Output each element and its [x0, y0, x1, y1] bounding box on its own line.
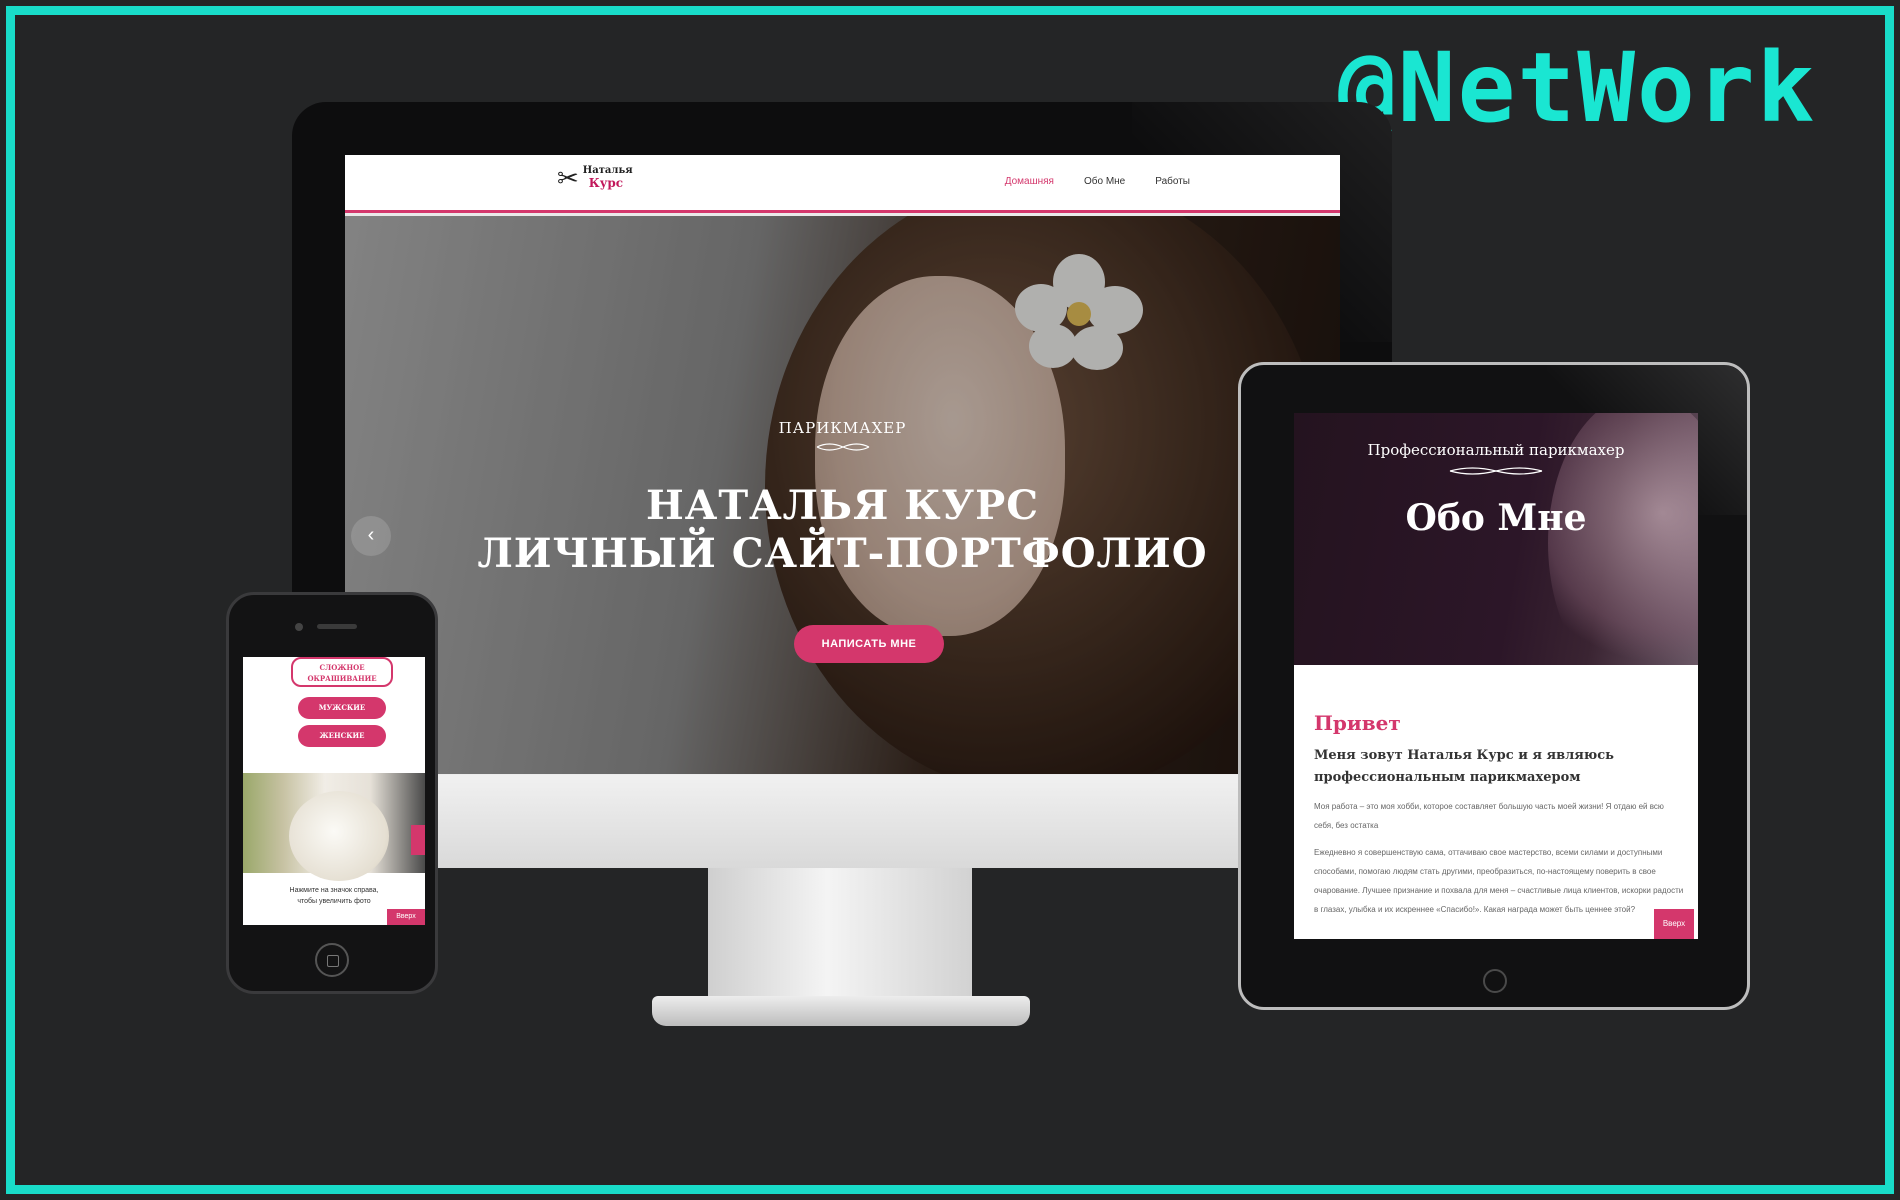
home-button[interactable]	[315, 943, 349, 977]
tablet-device: Профессиональный парикмахер Обо Мне Прив…	[1238, 362, 1750, 1010]
caption-line2: чтобы увеличить фото	[297, 898, 371, 905]
site-navbar: ✂ Наталья Курс Домашняя Обо Мне Работы	[345, 155, 1340, 213]
monitor-stand	[708, 868, 972, 998]
greeting-heading: Привет	[1314, 711, 1401, 735]
about-hero-title: Обо Мне	[1405, 497, 1587, 539]
site-menu: Домашняя Обо Мне Работы	[1005, 176, 1190, 187]
menu-item-works[interactable]: Работы	[1155, 176, 1190, 187]
gallery-photo[interactable]	[243, 773, 425, 881]
hero-banner: ‹ ПАРИКМАХЕР НАТАЛЬЯ КУРС ЛИЧНЫЙ САЙТ-ПО…	[345, 216, 1340, 775]
filter-button-men[interactable]: МУЖСКИЕ	[298, 697, 386, 719]
about-hero-subtitle: Профессиональный парикмахер	[1367, 441, 1625, 459]
monitor-base	[652, 996, 1030, 1026]
speaker-grille	[317, 624, 357, 629]
ornament-divider	[1449, 467, 1543, 475]
scroll-top-button[interactable]: Вверх	[1654, 909, 1694, 939]
hero-title-line1: НАТАЛЬЯ КУРС	[645, 482, 1040, 529]
home-button[interactable]	[1483, 969, 1507, 993]
phone-screen: СЛОЖНОЕ ОКРАШИВАНИЕ МУЖСКИЕ ЖЕНСКИЕ Нажм…	[243, 657, 425, 925]
scissors-icon: ✂	[557, 163, 579, 193]
menu-item-about[interactable]: Обо Мне	[1084, 176, 1125, 187]
hero-kicker: ПАРИКМАХЕР	[778, 419, 907, 437]
zoom-icon[interactable]	[411, 825, 425, 855]
camera-icon	[295, 623, 303, 631]
page-lower-strip	[345, 774, 1340, 775]
ornament-divider	[816, 443, 870, 451]
logo-line2: Курс	[588, 175, 624, 190]
filter-button-complex-coloring[interactable]: СЛОЖНОЕ ОКРАШИВАНИЕ	[291, 657, 393, 687]
monitor-chin	[292, 770, 1392, 868]
caption-line1: Нажмите на значок справа,	[289, 887, 379, 894]
hero-title-line2: ЛИЧНЫЙ САЙТ-ПОРТФОЛИО	[477, 530, 1208, 577]
menu-item-home[interactable]: Домашняя	[1005, 176, 1054, 187]
about-paragraph-2: Ежедневно я совершенствую сама, оттачива…	[1314, 848, 1684, 914]
site-logo[interactable]: ✂ Наталья Курс	[557, 165, 633, 191]
scroll-top-button[interactable]: Вверх	[387, 909, 425, 925]
phone-device: СЛОЖНОЕ ОКРАШИВАНИЕ МУЖСКИЕ ЖЕНСКИЕ Нажм…	[226, 592, 438, 994]
watermark: @NetWork	[1338, 32, 1817, 144]
about-paragraph-1: Моя работа – это моя хобби, которое сост…	[1314, 802, 1664, 830]
intro-line1: Меня зовут Наталья Курс и я являюсь	[1314, 748, 1614, 763]
hero-title: НАТАЛЬЯ КУРС ЛИЧНЫЙ САЙТ-ПОРТФОЛИО	[345, 482, 1340, 578]
intro-heading: Меня зовут Наталья Курс и я являюсь проф…	[1314, 745, 1684, 789]
intro-line2: профессиональным парикмахером	[1314, 770, 1581, 785]
about-hero: Профессиональный парикмахер Обо Мне	[1294, 413, 1698, 693]
desktop-screen: ✂ Наталья Курс Домашняя Обо Мне Работы ‹…	[345, 155, 1340, 775]
gallery-caption: Нажмите на значок справа, чтобы увеличит…	[243, 885, 425, 907]
write-me-button[interactable]: НАПИСАТЬ МНЕ	[794, 625, 944, 663]
filter-button-women[interactable]: ЖЕНСКИЕ	[298, 725, 386, 747]
about-content: Привет Меня зовут Наталья Курс и я являю…	[1314, 711, 1684, 919]
tablet-screen: Профессиональный парикмахер Обо Мне Прив…	[1294, 413, 1698, 939]
